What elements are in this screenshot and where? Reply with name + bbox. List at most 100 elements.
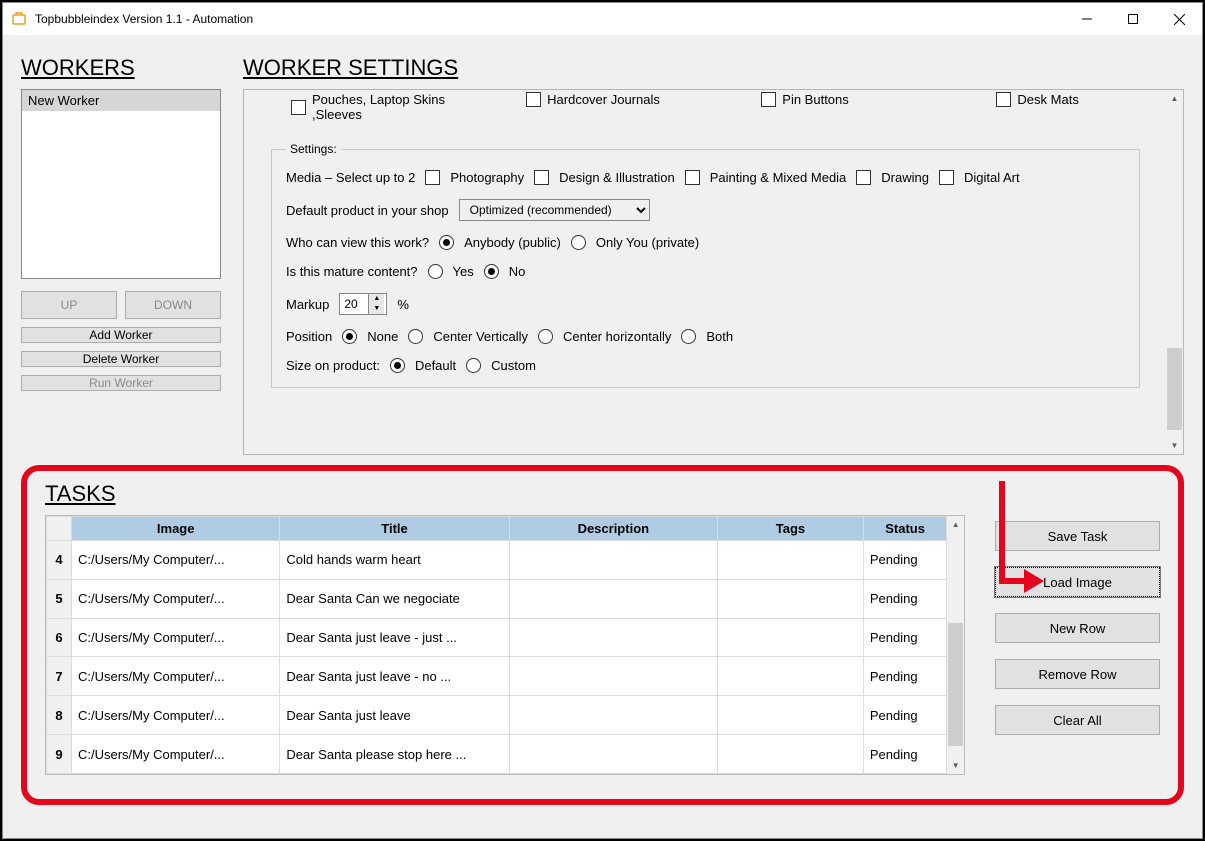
spin-down-icon[interactable]: ▼ (369, 304, 384, 314)
tasks-table[interactable]: Image Title Description Tags Status 4C:/… (46, 516, 947, 774)
markup-input[interactable] (340, 297, 368, 311)
col-rownum[interactable] (47, 517, 72, 541)
radio-yes[interactable] (428, 264, 443, 279)
cell-tags[interactable] (718, 696, 864, 735)
default-product-label: Default product in your shop (286, 203, 449, 218)
cell-image[interactable]: C:/Users/My Computer/... (72, 618, 280, 657)
up-button[interactable]: UP (21, 291, 117, 319)
minimize-button[interactable] (1064, 3, 1110, 35)
cell-desc[interactable] (509, 579, 717, 618)
col-image[interactable]: Image (72, 517, 280, 541)
checkbox[interactable] (856, 170, 871, 185)
cell-title[interactable]: Dear Santa Can we negociate (280, 579, 509, 618)
radio-both[interactable] (681, 329, 696, 344)
radio-center-vert[interactable] (408, 329, 423, 344)
settings-box: Pouches, Laptop Skins ,Sleeves Hardcover… (243, 89, 1184, 455)
cell-tags[interactable] (718, 618, 864, 657)
workers-heading: WORKERS (21, 55, 221, 81)
cell-image[interactable]: C:/Users/My Computer/... (72, 541, 280, 580)
checkbox[interactable] (939, 170, 954, 185)
cell-tags[interactable] (718, 735, 864, 774)
cell-status[interactable]: Pending (863, 657, 946, 696)
table-row[interactable]: 6C:/Users/My Computer/...Dear Santa just… (47, 618, 947, 657)
spin-up-icon[interactable]: ▲ (369, 294, 384, 304)
run-worker-button[interactable]: Run Worker (21, 375, 221, 391)
cell-status[interactable]: Pending (863, 541, 946, 580)
cell-desc[interactable] (509, 618, 717, 657)
table-row[interactable]: 9C:/Users/My Computer/...Dear Santa plea… (47, 735, 947, 774)
checkbox[interactable] (526, 92, 541, 107)
cell-status[interactable]: Pending (863, 618, 946, 657)
product-label: Pouches, Laptop Skins ,Sleeves (312, 92, 496, 122)
scroll-thumb[interactable] (1167, 348, 1182, 431)
cell-title[interactable]: Cold hands warm heart (280, 541, 509, 580)
radio-anybody[interactable] (439, 235, 454, 250)
clear-all-button[interactable]: Clear All (995, 705, 1160, 735)
table-row[interactable]: 5C:/Users/My Computer/...Dear Santa Can … (47, 579, 947, 618)
radio-center-horiz[interactable] (538, 329, 553, 344)
table-row[interactable]: 4C:/Users/My Computer/...Cold hands warm… (47, 541, 947, 580)
cell-title[interactable]: Dear Santa just leave - just ... (280, 618, 509, 657)
product-label: Desk Mats (1017, 92, 1078, 107)
radio-custom[interactable] (466, 358, 481, 373)
default-product-select[interactable]: Optimized (recommended) (459, 199, 650, 221)
markup-spinner[interactable]: ▲▼ (339, 293, 387, 315)
add-worker-button[interactable]: Add Worker (21, 327, 221, 343)
titlebar[interactable]: Topbubbleindex Version 1.1 - Automation (3, 3, 1202, 35)
radio-only-you[interactable] (571, 235, 586, 250)
radio-no[interactable] (484, 264, 499, 279)
cell-status[interactable]: Pending (863, 579, 946, 618)
delete-worker-button[interactable]: Delete Worker (21, 351, 221, 367)
down-button[interactable]: DOWN (125, 291, 221, 319)
worker-item[interactable]: New Worker (22, 90, 220, 111)
cell-image[interactable]: C:/Users/My Computer/... (72, 657, 280, 696)
cell-tags[interactable] (718, 579, 864, 618)
cell-image[interactable]: C:/Users/My Computer/... (72, 735, 280, 774)
worker-list[interactable]: New Worker (21, 89, 221, 279)
task-buttons: Save Task Load Image New Row Remove Row … (995, 515, 1160, 775)
cell-image[interactable]: C:/Users/My Computer/... (72, 579, 280, 618)
checkbox[interactable] (996, 92, 1011, 107)
cell-desc[interactable] (509, 735, 717, 774)
checkbox[interactable] (685, 170, 700, 185)
cell-status[interactable]: Pending (863, 735, 946, 774)
cell-title[interactable]: Dear Santa please stop here ... (280, 735, 509, 774)
checkbox[interactable] (291, 100, 306, 115)
scroll-up-icon[interactable]: ▲ (947, 516, 964, 533)
table-scrollbar[interactable]: ▲ ▼ (947, 516, 964, 774)
checkbox[interactable] (761, 92, 776, 107)
scroll-down-icon[interactable]: ▼ (1166, 437, 1183, 454)
cell-image[interactable]: C:/Users/My Computer/... (72, 696, 280, 735)
table-row[interactable]: 7C:/Users/My Computer/...Dear Santa just… (47, 657, 947, 696)
checkbox[interactable] (425, 170, 440, 185)
cell-desc[interactable] (509, 696, 717, 735)
window-title: Topbubbleindex Version 1.1 - Automation (35, 12, 1064, 26)
checkbox[interactable] (534, 170, 549, 185)
radio-default[interactable] (390, 358, 405, 373)
scroll-down-icon[interactable]: ▼ (947, 757, 964, 774)
cell-desc[interactable] (509, 657, 717, 696)
cell-title[interactable]: Dear Santa just leave - no ... (280, 657, 509, 696)
new-row-button[interactable]: New Row (995, 613, 1160, 643)
scroll-up-icon[interactable]: ▲ (1166, 90, 1183, 107)
table-row[interactable]: 8C:/Users/My Computer/...Dear Santa just… (47, 696, 947, 735)
cell-tags[interactable] (718, 657, 864, 696)
settings-scrollbar[interactable]: ▲ ▼ (1166, 90, 1183, 454)
cell-desc[interactable] (509, 541, 717, 580)
save-task-button[interactable]: Save Task (995, 521, 1160, 551)
cell-tags[interactable] (718, 541, 864, 580)
tasks-section: TASKS Image Title Description Tags Statu… (21, 465, 1184, 805)
maximize-button[interactable] (1110, 3, 1156, 35)
radio-none[interactable] (342, 329, 357, 344)
scroll-thumb[interactable] (948, 623, 963, 746)
col-desc[interactable]: Description (509, 517, 717, 541)
cell-status[interactable]: Pending (863, 696, 946, 735)
product-label: Hardcover Journals (547, 92, 660, 107)
cell-title[interactable]: Dear Santa just leave (280, 696, 509, 735)
col-tags[interactable]: Tags (718, 517, 864, 541)
remove-row-button[interactable]: Remove Row (995, 659, 1160, 689)
col-title[interactable]: Title (280, 517, 509, 541)
load-image-button[interactable]: Load Image (995, 567, 1160, 597)
col-status[interactable]: Status (863, 517, 946, 541)
close-button[interactable] (1156, 3, 1202, 35)
